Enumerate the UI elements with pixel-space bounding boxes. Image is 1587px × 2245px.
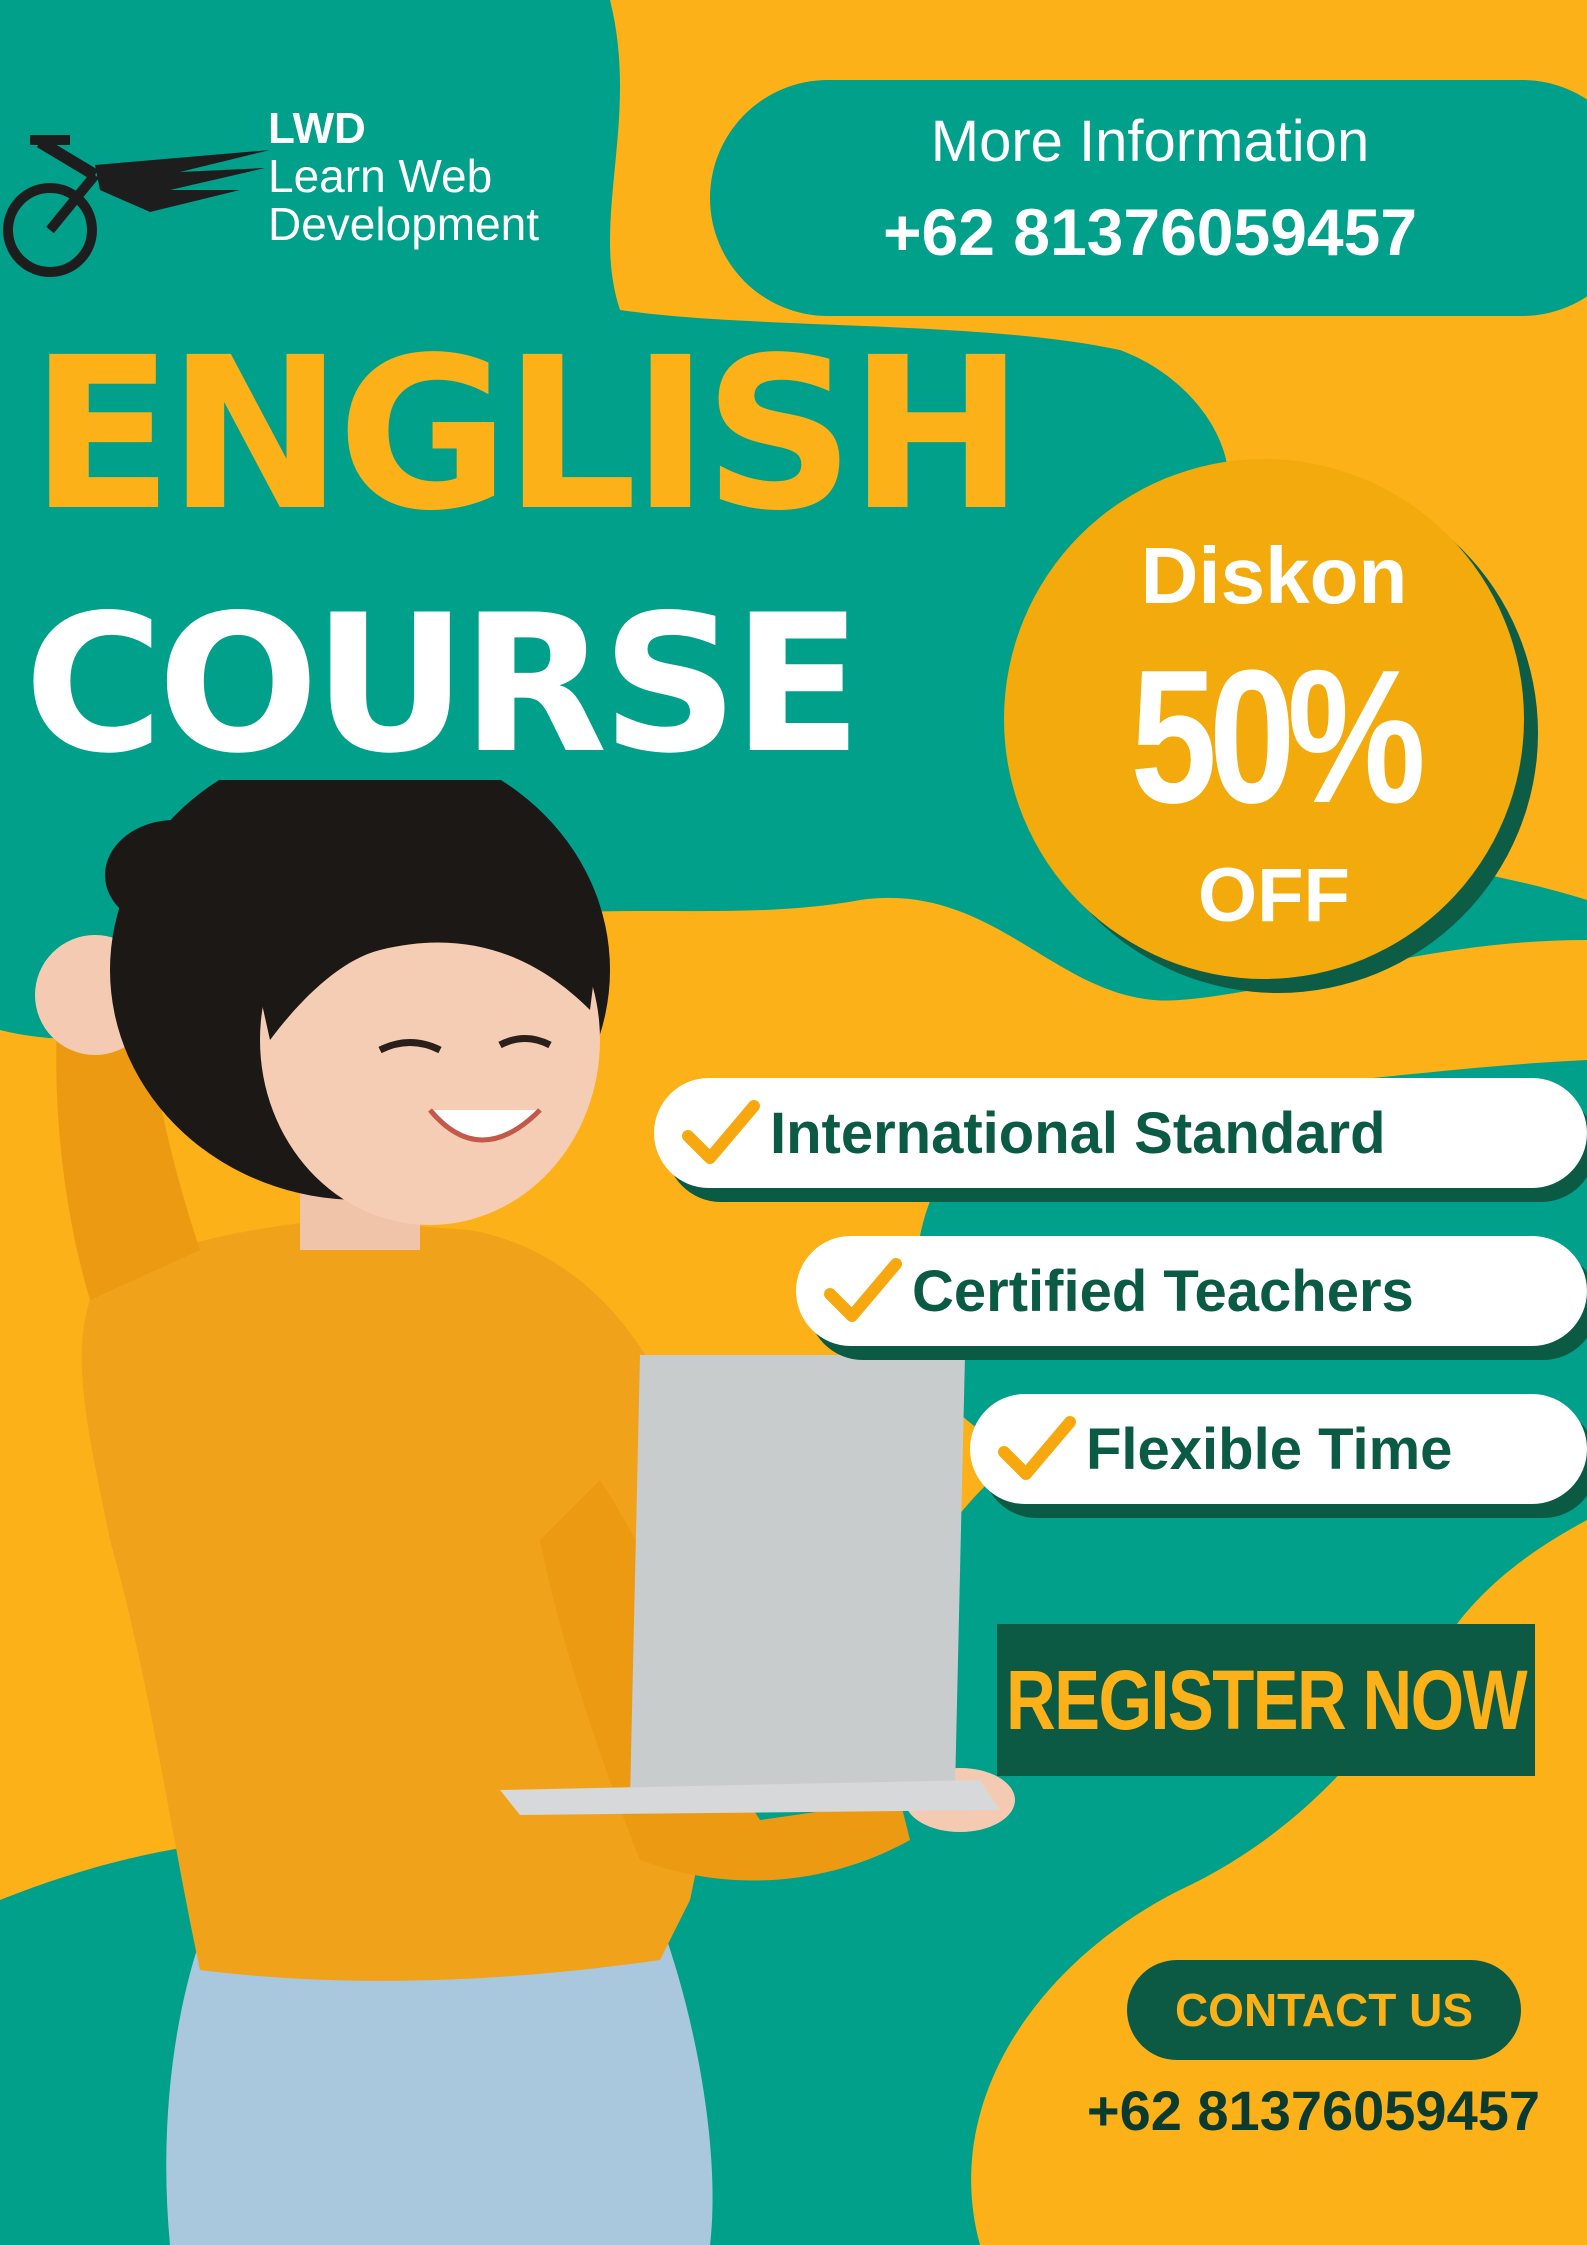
info-label: More Information [930,109,1370,174]
contact-us-label: CONTACT US [1174,1984,1474,2036]
contact-phone[interactable]: +62 81376059457 [1000,2078,1540,2143]
headline-course: COURSE [24,574,862,795]
feature-pill-certified-teachers: Certified Teachers [796,1236,1587,1346]
register-now-label: REGISTER NOW [1006,1652,1528,1747]
check-icon [824,1258,902,1322]
discount-suffix: OFF [1198,853,1350,938]
brand-logo-text: LWD Learn Web Development [268,104,540,251]
check-icon [998,1416,1076,1480]
register-now-button[interactable]: REGISTER NOW [997,1624,1535,1776]
discount-label: Diskon [1140,531,1408,620]
feature-label: Flexible Time [1086,1416,1453,1482]
feature-label: International Standard [770,1100,1386,1166]
student-with-laptop-illustration [35,780,1015,2245]
discount-value: 50% [1130,631,1425,843]
info-phone[interactable]: +62 81376059457 [790,194,1510,270]
feature-pill-flexible-time: Flexible Time [970,1394,1587,1504]
brand-abbr: LWD [268,104,366,153]
feature-pill-international-standard: International Standard [654,1078,1587,1188]
check-icon [682,1100,760,1164]
contact-us-button[interactable]: CONTACT US [1127,1960,1521,2060]
feature-label: Certified Teachers [912,1258,1414,1324]
brand-name-line2: Development [268,198,540,251]
headline-english: ENGLISH [30,312,1025,557]
brand-name-line1: Learn Web [268,150,493,203]
bicycle-logo-icon [3,135,270,277]
